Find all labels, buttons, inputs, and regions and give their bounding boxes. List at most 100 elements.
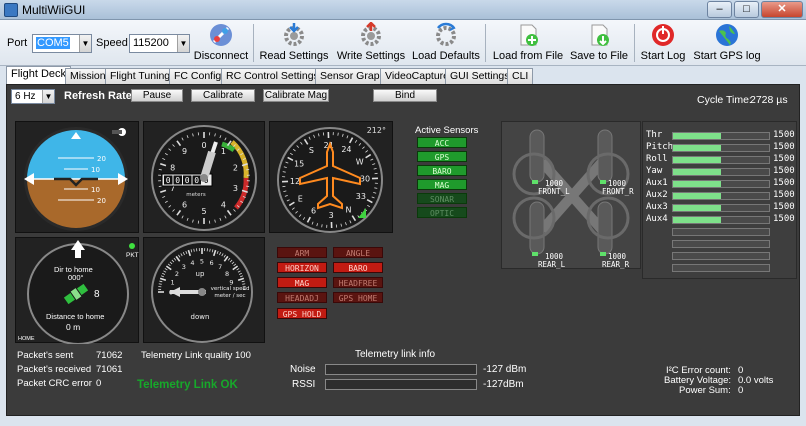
toolbar-separator <box>485 24 486 62</box>
refresh-icon <box>436 22 456 46</box>
altimeter-number: 5 <box>201 207 206 216</box>
cycle-time-label: Cycle Time: <box>697 94 752 106</box>
altimeter-number: 3 <box>233 184 238 193</box>
mode-baro: BARO <box>333 262 383 273</box>
sensor-gps: GPS <box>417 151 467 162</box>
chevron-down-icon: ▼ <box>42 90 54 103</box>
rc-bar-fill <box>673 169 721 175</box>
write-settings-button[interactable]: Write Settings <box>334 22 408 64</box>
plug-icon <box>210 24 232 46</box>
read-settings-button[interactable]: Read Settings <box>257 22 331 64</box>
load-defaults-button[interactable]: Load Defaults <box>411 22 481 64</box>
altimeter-number: 0 <box>201 141 206 150</box>
gps-home-gauge: Dir to home 000° 8 Distance to home 0 m … <box>15 237 139 344</box>
cycle-time-value: 2728 µs <box>750 94 788 106</box>
packet-crc-error-label: Packet CRC error <box>17 378 92 389</box>
altimeter-number: 4 <box>221 200 226 209</box>
heading-indicator: N 3 6 E 12 15 S 21 24 W 30 33 212° <box>269 121 393 233</box>
speed-select[interactable]: 115200 ▼ <box>129 34 190 53</box>
power-sum-label: Power Sum: <box>679 385 731 396</box>
tab-flight-tuning[interactable]: Flight Tuning <box>105 68 176 84</box>
toolbar: Port COM5 ▼ Speed 115200 ▼ Disconnect Re… <box>0 20 806 66</box>
home-label: HOME <box>18 336 35 342</box>
rc-channel-panel: Thr 1500 Pitch 1500 Roll 1500 Yaw 1500 A… <box>642 121 797 279</box>
vario-number: 4 <box>190 259 194 267</box>
vario-number: 8 <box>225 270 229 278</box>
packets-sent-value: 71062 <box>96 350 123 361</box>
compass-tick <box>374 187 378 189</box>
tab-rc-control-settings[interactable]: RC Control Settings <box>221 68 324 84</box>
mode-mag: MAG <box>277 277 327 288</box>
altimeter-gauge: 0123456789 00000 meters <box>143 121 265 233</box>
refresh-rate-select[interactable]: 6 Hz ▼ <box>11 89 55 104</box>
start-gps-log-button[interactable]: Start GPS log <box>692 22 762 64</box>
maximize-button[interactable]: □ <box>734 1 759 18</box>
calibrate-mag-button[interactable]: Calibrate Mag <box>263 89 329 102</box>
close-button[interactable]: ✕ <box>761 1 803 18</box>
telemetry-quality-label: Telemetry Link quality <box>141 350 233 361</box>
vario-tick <box>242 283 246 285</box>
rc-bar-fill <box>673 157 721 163</box>
motor-rear-l-name: REAR_L <box>538 260 566 269</box>
attitude-indicator: 20 10 10 20 <box>15 121 139 233</box>
vertical-speed-gauge: 0123456789 up down vertical speed meter … <box>143 237 265 343</box>
speed-label: Speed <box>96 37 128 49</box>
vario-number: 7 <box>218 263 222 271</box>
noise-value: -127 dBm <box>483 364 527 375</box>
vario-number: 5 <box>200 257 204 265</box>
rssi-bar <box>325 379 477 390</box>
motor-front-r-name: FRONT_R <box>602 187 634 196</box>
disconnect-button[interactable]: Disconnect <box>192 22 250 64</box>
horizon-pitch-label: 10 <box>91 186 100 194</box>
vario-tick <box>209 248 211 252</box>
pause-button[interactable]: Pause <box>131 89 183 102</box>
horizon-pitch-label: 10 <box>91 166 100 174</box>
file-open-icon <box>520 24 538 46</box>
altimeter-unit: meters <box>186 192 206 198</box>
rc-bar-fill <box>673 133 721 139</box>
rc-bar-fill <box>673 145 721 151</box>
compass-number: E <box>298 194 303 203</box>
packets-received-label: Packet's received <box>17 364 92 375</box>
sensor-mag: MAG <box>417 179 467 190</box>
vario-caption-1: vertical speed <box>211 286 250 292</box>
horizon-pitch-label: 20 <box>97 155 106 163</box>
vario-number: 1 <box>170 279 174 287</box>
compass-number: 12 <box>290 177 300 186</box>
compass-number: 33 <box>356 192 366 201</box>
load-from-file-button[interactable]: Load from File <box>490 22 566 64</box>
battery-voltage-value: 0.0 volts <box>738 375 774 386</box>
altimeter-tick <box>158 168 162 171</box>
port-select[interactable]: COM5 ▼ <box>32 34 92 53</box>
save-to-file-button[interactable]: Save to File <box>568 22 630 64</box>
tab-flight-deck[interactable]: Flight Deck <box>6 66 72 84</box>
active-sensors-title: Active Sensors <box>415 125 479 136</box>
mode-gps-home: GPS HOME <box>333 292 383 303</box>
tab-mission[interactable]: Mission <box>65 68 111 84</box>
telemetry-status: Telemetry Link OK <box>137 379 238 391</box>
altimeter-digit: 0 <box>175 176 180 185</box>
tab-fc-config[interactable]: FC Config <box>169 68 227 84</box>
port-value: COM5 <box>36 37 70 49</box>
globe-icon <box>716 24 738 46</box>
rc-bar-fill <box>673 205 721 211</box>
start-log-button[interactable]: Start Log <box>638 22 688 64</box>
toolbar-separator <box>253 24 254 62</box>
rc-bar-fill <box>673 193 721 199</box>
compass-tick <box>321 224 323 228</box>
sensor-optic: OPTIC <box>417 207 467 218</box>
motor-rear-r-name: REAR_R <box>602 260 630 269</box>
tab-video-capture[interactable]: VideoCapture <box>380 68 455 84</box>
calibrate-button[interactable]: Calibrate <box>191 89 255 102</box>
tab-cli[interactable]: CLI <box>507 68 534 84</box>
tab-gui-settings[interactable]: GUI Settings <box>445 68 515 84</box>
mode-gps-hold: GPS HOLD <box>277 308 327 319</box>
record-icon <box>652 24 674 46</box>
bind-button[interactable]: Bind <box>373 89 437 102</box>
compass-number: 24 <box>341 145 351 154</box>
horizon-pitch-label: 20 <box>97 197 106 205</box>
altimeter-number: 6 <box>182 200 187 209</box>
window-title: MultiWiiGUI <box>22 3 86 17</box>
minimize-button[interactable]: – <box>707 1 732 18</box>
distance-to-home-label: Distance to home <box>46 312 105 321</box>
